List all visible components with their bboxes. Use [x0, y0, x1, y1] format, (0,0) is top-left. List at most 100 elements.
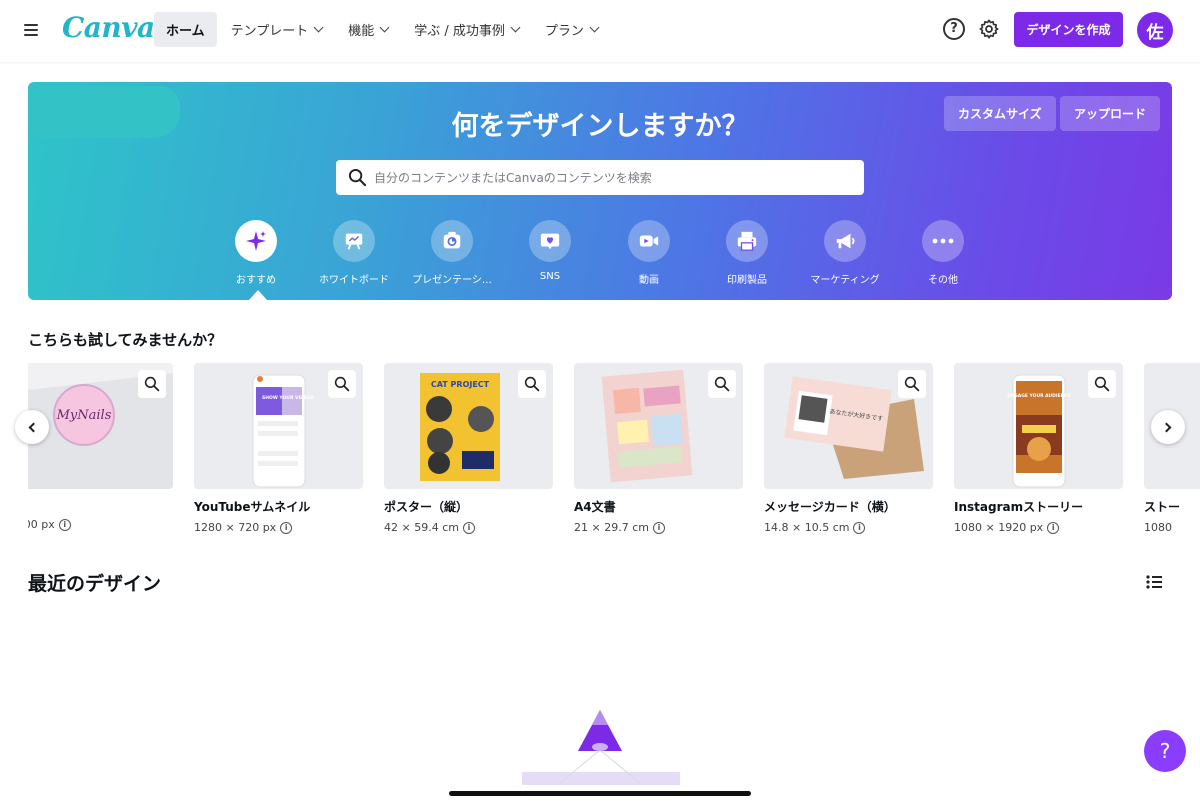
whiteboard-icon	[333, 220, 375, 262]
category-sns[interactable]: SNS	[505, 220, 595, 282]
category-more[interactable]: その他	[898, 220, 988, 286]
card-thumb-text: MyNails	[56, 408, 112, 423]
category-video[interactable]: 動画	[604, 220, 694, 286]
carousel-next-button[interactable]	[1151, 410, 1185, 444]
category-marketing[interactable]: マーケティング	[800, 220, 890, 286]
custom-size-button[interactable]: カスタムサイズ	[944, 96, 1056, 131]
card-thumb-text: SHOW YOUR VIDEOS	[262, 395, 314, 401]
card-title: ストー	[1144, 500, 1181, 514]
info-icon[interactable]: i	[58, 518, 71, 531]
zoom-button[interactable]	[708, 370, 736, 398]
search-icon	[1094, 376, 1110, 392]
suggestions-title: こちらも試してみませんか？	[28, 331, 223, 349]
create-design-button[interactable]: デザインを作成	[1014, 12, 1123, 47]
info-icon[interactable]: i	[462, 521, 475, 534]
category-whiteboard[interactable]: ホワイトボード	[309, 220, 399, 286]
chevron-down-icon	[313, 22, 324, 33]
category-label: マーケティング	[810, 275, 880, 286]
suggestions-carousel: MyNails × 500 pxi SHOW YOUR VIDEOS	[28, 363, 1200, 543]
avatar[interactable]: 佐	[1137, 12, 1173, 48]
menu-icon[interactable]	[24, 21, 40, 39]
category-label: SNS	[539, 271, 561, 282]
card-size-text: 21 × 29.7 cm	[574, 521, 649, 534]
chevron-down-icon	[589, 22, 600, 33]
upload-button[interactable]: アップロード	[1060, 96, 1161, 131]
zoom-button[interactable]	[1088, 370, 1116, 398]
card-size: 14.8 × 10.5 cm i	[764, 521, 933, 534]
card-size: 1080	[1144, 521, 1200, 534]
suggestion-card-message-card[interactable]: あなたが大好きです メッセージカード（横） 14.8 × 10.5 cm i	[764, 363, 933, 534]
search-icon	[348, 168, 367, 191]
category-label: その他	[928, 275, 958, 286]
nav-plans-label: プラン	[544, 24, 584, 39]
card-size: 1280 × 720 px i	[194, 521, 363, 534]
help-fab-button[interactable]: ?	[1144, 730, 1186, 772]
card-size-text: 1280 × 720 px	[194, 521, 277, 534]
card-title: YouTubeサムネイル	[194, 500, 311, 514]
search-icon	[904, 376, 920, 392]
suggestion-card-poster[interactable]: CAT PROJECT ポスター（縦） 42 × 59.4 cm i	[384, 363, 553, 534]
card-size: × 500 pxi	[28, 518, 173, 531]
card-size: 1080 × 1920 px i	[954, 521, 1123, 534]
main-nav: ホーム テンプレート 機能 学ぶ / 成功事例 プラン	[154, 12, 612, 47]
suggestion-card-logo[interactable]: MyNails × 500 pxi	[28, 363, 173, 531]
info-icon[interactable]: i	[853, 521, 866, 534]
chevron-down-icon	[510, 22, 521, 33]
home-indicator	[449, 791, 751, 796]
search-input[interactable]	[374, 160, 854, 195]
list-view-icon[interactable]	[1146, 574, 1162, 593]
nav-features-label: 機能	[348, 24, 375, 39]
suggestion-card-instagram-story[interactable]: ENGAGE YOUR AUDIENCE Instagramストーリー 1080…	[954, 363, 1123, 534]
presentation-icon	[431, 220, 473, 262]
chevron-left-icon	[28, 422, 39, 432]
category-print[interactable]: 印刷製品	[702, 220, 792, 286]
card-thumbnail: SHOW YOUR VIDEOS	[194, 363, 363, 489]
search-icon	[334, 376, 350, 392]
search-icon	[714, 376, 730, 392]
recent-designs-title: 最近のデザイン	[28, 573, 162, 595]
search-icon	[144, 376, 160, 392]
heart-chat-icon	[529, 220, 571, 262]
megaphone-icon	[824, 220, 866, 262]
nav-templates-label: テンプレート	[230, 24, 309, 39]
category-presentation[interactable]: プレゼンテーシ…	[407, 220, 497, 286]
suggestion-card-youtube-thumbnail[interactable]: SHOW YOUR VIDEOS YouTubeサムネイル 1280 × 720…	[194, 363, 363, 534]
zoom-button[interactable]	[138, 370, 166, 398]
suggestion-card-story-partial[interactable]: ストー 1080	[1144, 363, 1200, 534]
info-icon[interactable]: i	[1047, 521, 1060, 534]
zoom-button[interactable]	[898, 370, 926, 398]
card-title	[28, 498, 173, 512]
card-size-text: 1080	[1144, 521, 1172, 534]
search-box	[336, 160, 864, 195]
chevron-down-icon	[379, 22, 390, 33]
card-size-text: 42 × 59.4 cm	[384, 521, 459, 534]
card-title: ポスター（縦）	[384, 500, 469, 514]
card-size-text: 14.8 × 10.5 cm	[764, 521, 850, 534]
nav-learn-label: 学ぶ / 成功事例	[414, 24, 505, 39]
category-label: ホワイトボード	[319, 275, 389, 286]
category-label: おすすめ	[236, 275, 276, 286]
nav-learn[interactable]: 学ぶ / 成功事例	[402, 12, 531, 47]
search-icon	[524, 376, 540, 392]
zoom-button[interactable]	[328, 370, 356, 398]
nav-features[interactable]: 機能	[336, 12, 400, 47]
carousel-prev-button[interactable]	[15, 410, 49, 444]
empty-state-illustration	[520, 705, 682, 787]
card-title: A4文書	[574, 500, 616, 514]
nav-plans[interactable]: プラン	[533, 12, 610, 47]
canva-logo[interactable]: Canva	[62, 11, 155, 44]
nav-home[interactable]: ホーム	[154, 12, 217, 47]
suggestion-card-a4-document[interactable]: A4文書 21 × 29.7 cm i	[574, 363, 743, 534]
active-category-pointer	[249, 290, 267, 300]
category-recommended[interactable]: おすすめ	[211, 220, 301, 286]
info-icon[interactable]: i	[652, 521, 665, 534]
help-icon[interactable]: ?	[943, 18, 965, 40]
chevron-right-icon	[1161, 422, 1172, 432]
info-icon[interactable]: i	[280, 521, 293, 534]
zoom-button[interactable]	[518, 370, 546, 398]
nav-home-label: ホーム	[166, 24, 205, 39]
top-header: Canva ホーム テンプレート 機能 学ぶ / 成功事例 プラン ? デザイン…	[0, 0, 1200, 62]
card-size-text: 1080 × 1920 px	[954, 521, 1044, 534]
nav-templates[interactable]: テンプレート	[219, 12, 335, 47]
gear-icon[interactable]	[978, 18, 1000, 40]
